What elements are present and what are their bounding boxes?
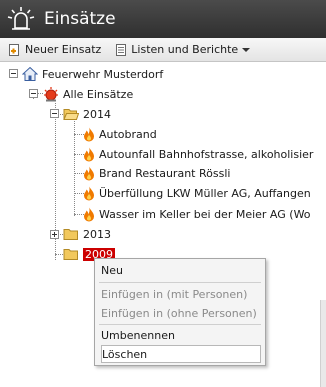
flame-icon — [84, 127, 94, 141]
chevron-down-icon — [242, 47, 251, 52]
tree-node-root[interactable]: Feuerwehr Musterdorf — [22, 65, 163, 83]
lists-reports-button[interactable]: Listen und Berichte — [115, 43, 254, 57]
context-menu: Neu Einfügen in (mit Personen) Einfügen … — [94, 258, 266, 366]
new-incident-button[interactable]: Neuer Einsatz — [8, 43, 101, 57]
menu-item-label: Neu — [101, 263, 123, 277]
tree-node-label: Autobrand — [99, 127, 157, 141]
tree-node-label: Überfüllung LKW Müller AG, Auffangen — [99, 186, 311, 200]
app-titlebar: Einsätze — [0, 0, 326, 38]
tree-node-incident[interactable]: Brand Restaurant Rössli — [83, 164, 230, 182]
menu-item-label: Einfügen in (ohne Personen) — [101, 306, 257, 320]
tree-node-incident[interactable]: Autounfall Bahnhofstrasse, alkoholisier — [83, 145, 313, 163]
tree-node-label: Brand Restaurant Rössli — [99, 166, 231, 180]
new-document-icon — [9, 43, 19, 56]
tree-node-label: 2013 — [83, 227, 111, 241]
year-2013-expand-toggle[interactable] — [50, 230, 59, 239]
tree-node-incident[interactable]: Autobrand — [83, 125, 157, 143]
report-icon — [116, 43, 127, 56]
toolbar: Neuer Einsatz Listen und Berichte — [0, 38, 326, 62]
menu-item-label: Umbenennen — [101, 328, 175, 342]
tree-node-year-2014[interactable]: 2014 — [63, 105, 111, 123]
tree-scrollbar[interactable] — [320, 300, 326, 387]
tree-node-label: Wasser im Keller bei der Meier AG (Wo — [99, 207, 311, 221]
menu-item-label: Einfügen in (mit Personen) — [101, 287, 248, 301]
alarm-light-icon — [44, 87, 58, 102]
tree-node-label: Feuerwehr Musterdorf — [42, 67, 164, 81]
flame-icon — [84, 166, 94, 180]
tree-node-label: 2014 — [83, 107, 111, 121]
tree-node-all-incidents[interactable]: Alle Einsätze — [43, 85, 133, 103]
menu-item-insert-with-persons[interactable]: Einfügen in (mit Personen) — [101, 285, 261, 303]
house-icon — [22, 66, 38, 81]
menu-separator — [99, 324, 261, 325]
tree-node-label: Autounfall Bahnhofstrasse, alkoholisier — [99, 147, 314, 161]
menu-separator — [99, 282, 261, 283]
app-title: Einsätze — [44, 9, 116, 29]
year-2014-collapse-toggle[interactable] — [50, 109, 59, 118]
flame-icon — [84, 207, 94, 221]
flame-icon — [84, 186, 94, 200]
folder-icon — [63, 229, 78, 240]
tree-node-incident[interactable]: Wasser im Keller bei der Meier AG (Wo — [83, 205, 311, 223]
root-collapse-toggle[interactable] — [9, 69, 18, 78]
all-incidents-collapse-toggle[interactable] — [29, 89, 38, 98]
menu-item-new[interactable]: Neu — [101, 261, 261, 279]
tree-node-year-2013[interactable]: 2013 — [63, 225, 111, 243]
menu-item-delete[interactable]: Löschen — [101, 345, 261, 363]
tree-node-label: Alle Einsätze — [63, 87, 134, 101]
menu-item-insert-without-persons[interactable]: Einfügen in (ohne Personen) — [101, 304, 261, 322]
menu-item-label: Löschen — [102, 347, 148, 361]
flame-icon — [84, 147, 94, 161]
new-incident-label: Neuer Einsatz — [25, 43, 102, 56]
folder-open-icon — [63, 109, 79, 120]
lists-reports-label: Listen und Berichte — [131, 43, 239, 56]
tree-node-incident[interactable]: Überfüllung LKW Müller AG, Auffangen — [83, 184, 311, 202]
menu-item-rename[interactable]: Umbenennen — [101, 326, 261, 344]
folder-icon — [63, 249, 78, 260]
siren-icon — [7, 7, 35, 30]
